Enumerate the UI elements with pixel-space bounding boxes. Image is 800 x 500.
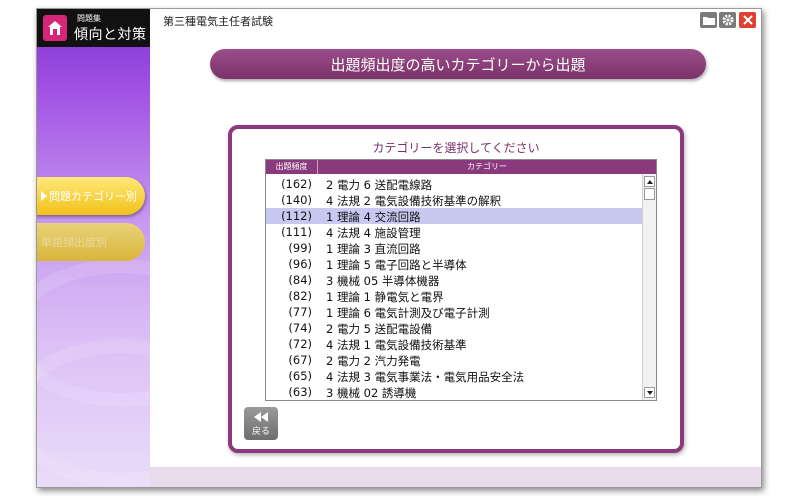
list-item[interactable]: (72) 4 法規 1 電気設備技術基準 bbox=[266, 336, 642, 352]
list-item[interactable]: (84) 3 機械 05 半導体機器 bbox=[266, 272, 642, 288]
gear-icon bbox=[722, 14, 733, 26]
sidebar-decoration bbox=[37, 339, 150, 487]
list-header: 出題頻度 カテゴリー bbox=[266, 160, 656, 174]
app-logo: 問題集 傾向と対策 bbox=[37, 9, 150, 47]
list-item-frequency: (65) bbox=[288, 369, 312, 383]
sidebar: 問題集 傾向と対策 問題カテゴリー別 単語頻出度別 bbox=[37, 9, 150, 487]
list-item-frequency: (99) bbox=[288, 241, 312, 255]
list-item[interactable]: (67) 2 電力 2 汽力発電 bbox=[266, 352, 642, 368]
list-item[interactable]: (112) 1 理論 4 交流回路 bbox=[266, 208, 642, 224]
list-item[interactable]: (82) 1 理論 1 静電気と電界 bbox=[266, 288, 642, 304]
list-item[interactable]: (63) 3 機械 02 誘導機 bbox=[266, 384, 642, 400]
sidebar-item-label: 単語頻出度別 bbox=[41, 236, 107, 249]
sidebar-item-label: 問題カテゴリー別 bbox=[49, 190, 137, 203]
folder-button[interactable] bbox=[700, 12, 717, 28]
scroll-thumb[interactable] bbox=[644, 188, 655, 200]
list-item[interactable]: (96) 1 理論 5 電子回路と半導体 bbox=[266, 256, 642, 272]
list-item-category: 1 理論 1 静電気と電界 bbox=[326, 290, 444, 304]
scrollbar[interactable] bbox=[642, 174, 656, 400]
list-item-frequency: (84) bbox=[288, 273, 312, 287]
close-icon bbox=[742, 15, 753, 25]
list-item-frequency: (67) bbox=[288, 353, 312, 367]
window-title: 第三種電気主任者試験 bbox=[163, 15, 273, 28]
column-header-category[interactable]: カテゴリー bbox=[318, 160, 656, 174]
folder-icon bbox=[702, 17, 715, 25]
list-item-frequency: (72) bbox=[288, 337, 312, 351]
scroll-up-icon[interactable] bbox=[644, 176, 655, 187]
list-item-category: 3 機械 05 半導体機器 bbox=[326, 274, 440, 288]
back-label: 戻る bbox=[251, 427, 270, 437]
main-content: 出題頻出度の高いカテゴリーから出題 カテゴリーを選択してください 出題頻度 カテ… bbox=[150, 31, 761, 469]
list-item[interactable]: (140) 4 法規 2 電気設備技術基準の解釈 bbox=[266, 192, 642, 208]
list-item-frequency: (140) bbox=[281, 193, 312, 207]
list-item[interactable]: (74) 2 電力 5 送配電設備 bbox=[266, 320, 642, 336]
scroll-down-icon[interactable] bbox=[644, 387, 655, 398]
app-window: 問題集 傾向と対策 問題カテゴリー別 単語頻出度別 第三種電気主任者試験 出題頻… bbox=[36, 8, 762, 488]
list-item-category: 4 法規 4 施設管理 bbox=[326, 226, 421, 240]
list-item-frequency: (111) bbox=[281, 225, 312, 239]
settings-button[interactable] bbox=[719, 12, 736, 28]
sidebar-item-word-frequency[interactable]: 単語頻出度別 bbox=[37, 223, 145, 261]
list-item-category: 1 理論 4 交流回路 bbox=[326, 210, 421, 224]
category-listbox[interactable]: 出題頻度 カテゴリー (162) 2 電力 6 送配電線路 (140) 4 法規 2 … bbox=[265, 159, 657, 401]
column-header-frequency[interactable]: 出題頻度 bbox=[266, 160, 318, 174]
list-item-frequency: (74) bbox=[288, 321, 312, 335]
back-button[interactable]: 戻る bbox=[244, 407, 278, 440]
title-bar: 第三種電気主任者試験 bbox=[150, 9, 761, 31]
list-item-category: 2 電力 5 送配電設備 bbox=[326, 322, 433, 336]
list-item[interactable]: (162) 2 電力 6 送配電線路 bbox=[266, 176, 642, 192]
list-item-category: 4 法規 3 電気事業法・電気用品安全法 bbox=[326, 370, 525, 384]
panel-title: カテゴリーを選択してください bbox=[372, 141, 540, 155]
logo-title: 傾向と対策 bbox=[74, 27, 147, 43]
list-item[interactable]: (99) 1 理論 3 直流回路 bbox=[266, 240, 642, 256]
page-banner: 出題頻出度の高いカテゴリーから出題 bbox=[210, 49, 706, 79]
play-arrow-icon bbox=[41, 191, 47, 201]
close-button[interactable] bbox=[739, 12, 756, 28]
list-item[interactable]: (77) 1 理論 6 電気計測及び電子計測 bbox=[266, 304, 642, 320]
list-item[interactable]: (111) 4 法規 4 施設管理 bbox=[266, 224, 642, 240]
home-icon bbox=[43, 15, 67, 41]
list-item-category: 1 理論 6 電気計測及び電子計測 bbox=[326, 306, 490, 320]
list-item-frequency: (63) bbox=[288, 385, 312, 399]
list-item-category: 2 電力 6 送配電線路 bbox=[326, 178, 433, 192]
sidebar-item-category[interactable]: 問題カテゴリー別 bbox=[37, 177, 145, 215]
list-item-category: 1 理論 3 直流回路 bbox=[326, 242, 421, 256]
list-item-category: 3 機械 02 誘導機 bbox=[326, 386, 417, 400]
bottom-strip bbox=[150, 467, 761, 487]
list-item-frequency: (82) bbox=[288, 289, 312, 303]
logo-subtitle: 問題集 bbox=[77, 14, 101, 23]
rewind-icon bbox=[244, 412, 278, 422]
list-item-frequency: (77) bbox=[288, 305, 312, 319]
list-item[interactable]: (65) 4 法規 3 電気事業法・電気用品安全法 bbox=[266, 368, 642, 384]
list-item-category: 4 法規 1 電気設備技術基準 bbox=[326, 338, 467, 352]
list-rows: (162) 2 電力 6 送配電線路 (140) 4 法規 2 電気設備技術基準の解釈… bbox=[266, 176, 642, 400]
list-item-category: 4 法規 2 電気設備技術基準の解釈 bbox=[326, 194, 502, 208]
list-item-frequency: (162) bbox=[281, 177, 312, 191]
list-item-frequency: (112) bbox=[281, 209, 312, 223]
list-item-category: 2 電力 2 汽力発電 bbox=[326, 354, 421, 368]
category-panel: カテゴリーを選択してください 出題頻度 カテゴリー (162) 2 電力 6 送配… bbox=[228, 125, 684, 453]
list-item-frequency: (96) bbox=[288, 257, 312, 271]
list-item-category: 1 理論 5 電子回路と半導体 bbox=[326, 258, 467, 272]
